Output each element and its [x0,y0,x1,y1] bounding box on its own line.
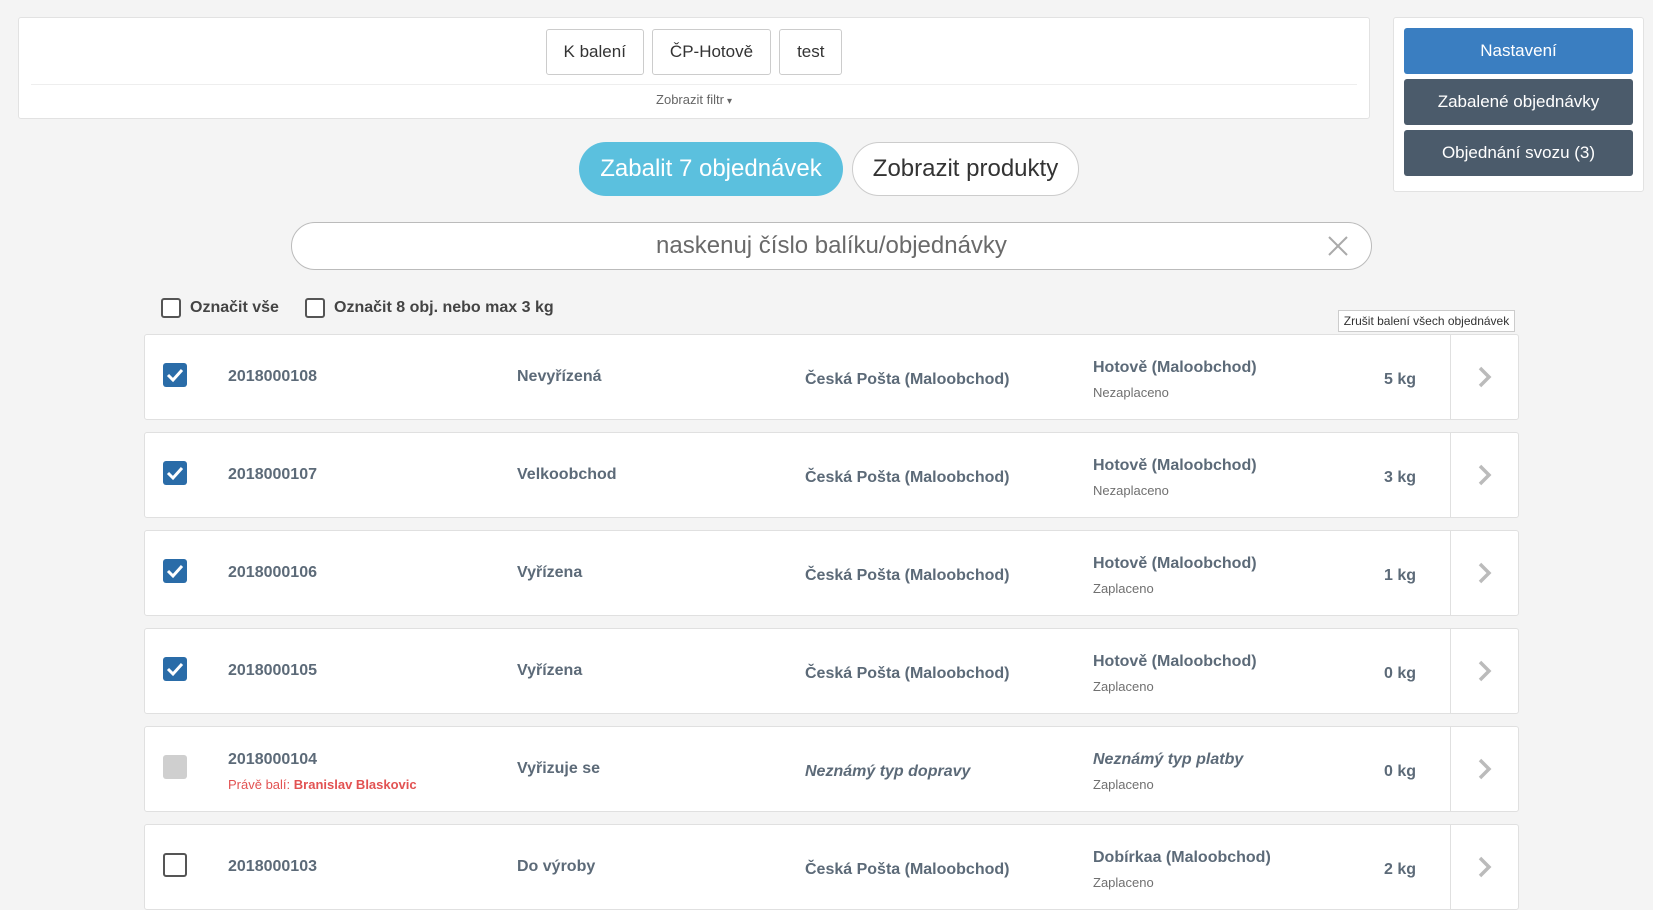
order-payment-state: Zaplaceno [1093,777,1154,792]
cancel-packing-tooltip: Zrušit balení všech objednávek [1338,310,1515,332]
order-payment: Hotově (Maloobchod) [1093,555,1257,572]
clear-icon[interactable] [1325,233,1351,259]
filter-tab-cp-hotove[interactable]: ČP-Hotově [651,29,772,75]
filter-panel: K balení ČP-Hotově test Zobrazit filtr ▾ [18,17,1370,119]
select-limit[interactable]: Označit 8 obj. nebo max 3 kg [305,298,554,318]
check-icon [166,564,184,579]
order-payment-state: Zaplaceno [1093,679,1154,694]
order-row[interactable]: 2018000107 Velkoobchod Česká Pošta (Malo… [144,432,1519,518]
order-status: Vyřízena [517,564,583,581]
packer-name: Branislav Blaskovic [293,777,417,792]
divider [31,84,1357,85]
order-checkbox[interactable] [163,559,187,583]
order-open-button[interactable] [1450,335,1518,419]
select-limit-label: Označit 8 obj. nebo max 3 kg [334,299,554,316]
order-row[interactable]: 2018000103 Do výroby Česká Pošta (Maloob… [144,824,1519,910]
chevron-right-icon [1478,856,1492,878]
select-limit-checkbox[interactable] [305,298,325,318]
show-filter-label: Zobrazit filtr [656,92,724,107]
show-products-button[interactable]: Zobrazit produkty [852,142,1079,196]
order-payment-state: Nezaplaceno [1093,483,1169,498]
packed-orders-button[interactable]: Zabalené objednávky [1404,79,1633,125]
order-weight: 0 kg [1383,763,1416,780]
order-payment-state: Zaplaceno [1093,875,1154,890]
order-open-button[interactable] [1450,629,1518,713]
scan-field [291,222,1372,270]
order-payment: Neznámý typ platby [1093,751,1244,768]
filter-tabs: K balení ČP-Hotově test [19,29,1369,75]
chevron-right-icon [1478,464,1492,486]
check-icon [166,662,184,677]
filter-tab-test[interactable]: test [779,29,843,75]
order-payment-state: Zaplaceno [1093,581,1154,596]
order-number[interactable]: 2018000105 [228,662,317,680]
order-payment: Hotově (Maloobchod) [1093,653,1257,670]
order-row[interactable]: 2018000106 Vyřízena Česká Pošta (Maloobc… [144,530,1519,616]
order-checkbox[interactable] [163,461,187,485]
order-status: Nevyřízená [517,368,602,385]
chevron-right-icon [1478,366,1492,388]
order-number[interactable]: 2018000107 [228,466,317,484]
check-icon [166,466,184,481]
order-checkbox[interactable] [163,363,187,387]
select-all-label: Označit vše [190,299,279,316]
select-all[interactable]: Označit vše [161,298,279,318]
order-shipping: Česká Pošta (Maloobchod) [805,371,1010,388]
order-shipping: Česká Pošta (Maloobchod) [805,665,1010,682]
filter-tab-k-baleni[interactable]: K balení [545,29,644,75]
order-open-button[interactable] [1450,433,1518,517]
order-open-button[interactable] [1450,531,1518,615]
select-all-checkbox[interactable] [161,298,181,318]
order-checkbox-disabled [163,755,187,779]
currently-packing-note: Právě balí: Branislav Blaskovic [228,777,417,792]
order-shipping: Neznámý typ dopravy [805,763,971,780]
order-shipping: Česká Pošta (Maloobchod) [805,567,1010,584]
order-open-button[interactable] [1450,825,1518,909]
packer-label: Právě balí: [228,777,291,792]
order-number[interactable]: 2018000104 [228,751,317,769]
caret-down-icon: ▾ [726,96,732,107]
order-weight: 5 kg [1383,371,1416,388]
order-row[interactable]: 2018000108 Nevyřízená Česká Pošta (Maloo… [144,334,1519,420]
order-row[interactable]: 2018000104 Právě balí: Branislav Blaskov… [144,726,1519,812]
order-row[interactable]: 2018000105 Vyřízena Česká Pošta (Maloobc… [144,628,1519,714]
order-weight: 2 kg [1383,861,1416,878]
show-filter-toggle[interactable]: Zobrazit filtr ▾ [19,92,1369,107]
chevron-right-icon [1478,660,1492,682]
order-open-button[interactable] [1450,727,1518,811]
order-weight: 1 kg [1383,567,1416,584]
order-checkbox[interactable] [163,657,187,681]
chevron-right-icon [1478,562,1492,584]
pack-orders-button[interactable]: Zabalit 7 objednávek [579,142,843,196]
order-status: Velkoobchod [517,466,617,483]
order-payment-state: Nezaplaceno [1093,385,1169,400]
order-status: Do výroby [517,858,596,875]
settings-button[interactable]: Nastavení [1404,28,1633,74]
order-weight: 0 kg [1383,665,1416,682]
order-payment: Hotově (Maloobchod) [1093,457,1257,474]
order-payment: Hotově (Maloobchod) [1093,359,1257,376]
order-checkbox[interactable] [163,853,187,877]
order-status: Vyřizuje se [517,760,601,777]
order-number[interactable]: 2018000106 [228,564,317,582]
order-payment: Dobírkaa (Maloobchod) [1093,849,1271,866]
order-number[interactable]: 2018000108 [228,368,317,386]
order-shipping: Česká Pošta (Maloobchod) [805,469,1010,486]
order-status: Vyřízena [517,662,583,679]
order-number[interactable]: 2018000103 [228,858,317,876]
order-shipping: Česká Pošta (Maloobchod) [805,861,1010,878]
action-row: Zabalit 7 objednávek Zobrazit produkty [0,142,1653,196]
chevron-right-icon [1478,758,1492,780]
scan-input[interactable] [292,223,1371,269]
order-weight: 3 kg [1383,469,1416,486]
check-icon [166,368,184,383]
